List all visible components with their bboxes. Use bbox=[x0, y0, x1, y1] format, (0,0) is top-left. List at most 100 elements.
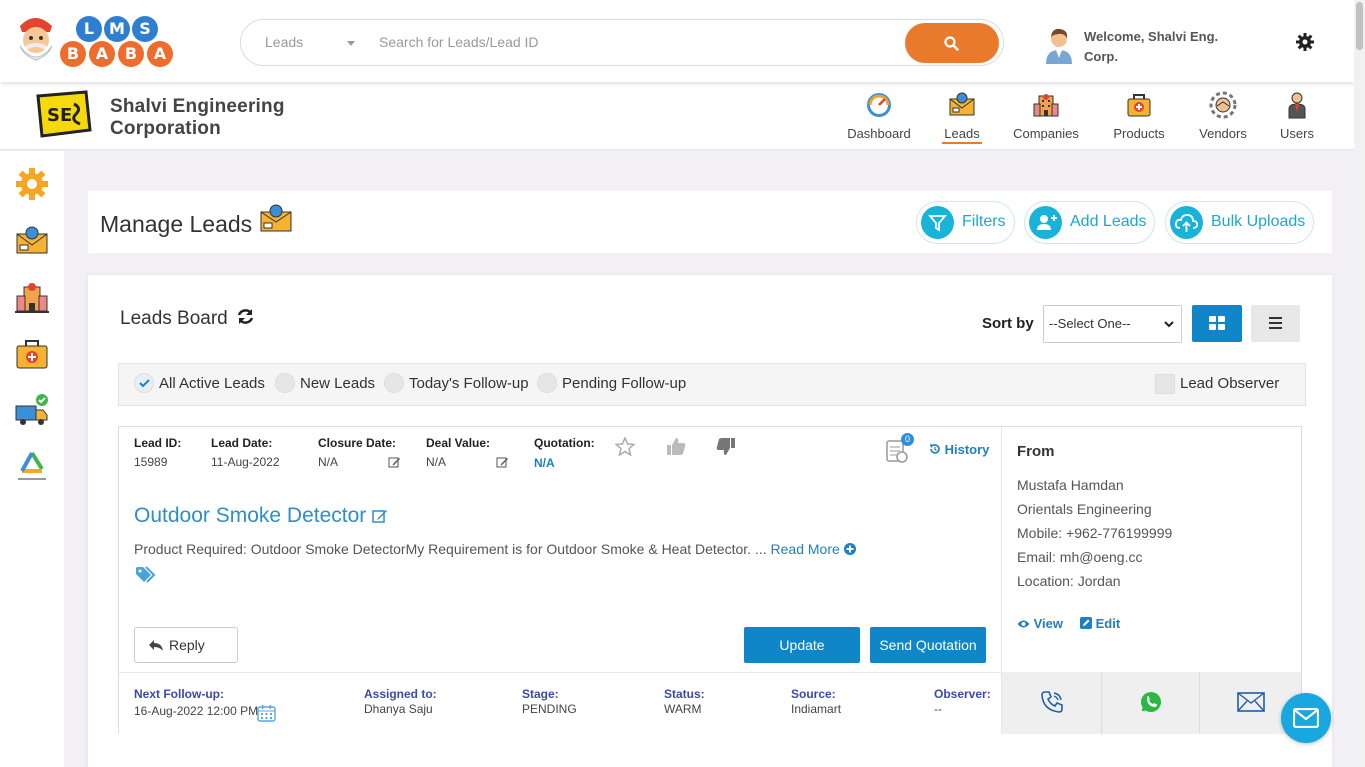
filter-funnel-icon bbox=[921, 206, 954, 239]
board-title-text: Leads Board bbox=[120, 308, 228, 329]
whatsapp-icon bbox=[1141, 692, 1161, 712]
mail-icon bbox=[1237, 692, 1265, 712]
nav-companies[interactable]: Companies bbox=[1011, 90, 1081, 141]
lead-date-field: Lead Date: 11-Aug-2022 bbox=[211, 436, 280, 469]
field-label: Lead Date: bbox=[211, 436, 273, 450]
lead-filter-tabs: All Active Leads New Leads Today's Follo… bbox=[118, 363, 1306, 406]
welcome-text: Welcome, Shalvi Eng. Corp. bbox=[1084, 29, 1219, 64]
lead-id-value: 15989 bbox=[134, 455, 168, 469]
add-leads-button[interactable]: Add Leads bbox=[1024, 201, 1155, 244]
assigned-to-value: Dhanya Saju bbox=[364, 702, 433, 716]
thumbs-up-icon[interactable] bbox=[666, 437, 686, 456]
search-category-select[interactable]: Leads bbox=[265, 34, 303, 50]
lead-title-text: Outdoor Smoke Detector bbox=[134, 504, 367, 527]
contact-panel: From Mustafa Hamdan Orientals Engineerin… bbox=[1001, 427, 1301, 672]
nav-vendors[interactable]: Vendors bbox=[1196, 90, 1250, 141]
quotation-value[interactable]: N/A bbox=[534, 456, 595, 470]
search-input[interactable]: Search for Leads/Lead ID bbox=[379, 34, 539, 50]
nav-label: Users bbox=[1280, 126, 1314, 141]
thumbs-down-icon[interactable] bbox=[716, 437, 736, 456]
bulk-uploads-button[interactable]: Bulk Uploads bbox=[1165, 201, 1314, 244]
calendar-icon[interactable] bbox=[257, 704, 276, 722]
send-quotation-button[interactable]: Send Quotation bbox=[870, 627, 986, 663]
next-followup-value: 16-Aug-2022 12:00 PM bbox=[134, 704, 259, 718]
refresh-icon[interactable] bbox=[236, 307, 255, 326]
plus-circle-icon bbox=[843, 543, 856, 555]
call-button[interactable] bbox=[1002, 672, 1102, 734]
leads-board: Leads Board Sort by --Select One-- All A… bbox=[88, 275, 1332, 767]
company-logo-icon[interactable]: SE bbox=[34, 90, 92, 138]
source-value: Indiamart bbox=[791, 702, 842, 716]
page-scrollbar[interactable] bbox=[1354, 0, 1365, 767]
mascot-logo-icon[interactable] bbox=[12, 12, 58, 66]
view-contact-link[interactable]: View bbox=[1017, 616, 1063, 631]
search-button[interactable] bbox=[905, 23, 999, 63]
logo-letter: B bbox=[118, 41, 144, 67]
company-name-line2: Corporation bbox=[110, 118, 221, 139]
field-label: Lead ID: bbox=[134, 436, 182, 450]
dashboard-gauge-icon bbox=[864, 90, 894, 120]
read-more-link[interactable]: Read More bbox=[771, 541, 856, 557]
edit-contact-link[interactable]: Edit bbox=[1080, 616, 1120, 631]
nav-label: Leads bbox=[942, 126, 982, 144]
delivery-truck-icon[interactable] bbox=[14, 393, 50, 429]
sort-select[interactable]: --Select One-- bbox=[1043, 305, 1182, 343]
star-icon[interactable] bbox=[615, 437, 635, 456]
source-label: Source: bbox=[791, 687, 836, 701]
mail-icon bbox=[1293, 708, 1319, 728]
companies-building-icon bbox=[1031, 90, 1061, 120]
leads-envelope-icon[interactable] bbox=[14, 223, 50, 259]
lead-title[interactable]: Outdoor Smoke Detector bbox=[134, 504, 388, 528]
products-bag-icon[interactable] bbox=[14, 336, 50, 372]
users-person-icon bbox=[1282, 90, 1312, 120]
list-view-button[interactable] bbox=[1251, 305, 1300, 342]
chat-mail-fab[interactable] bbox=[1281, 693, 1331, 743]
read-more-label: Read More bbox=[770, 541, 840, 557]
recycle-icon[interactable] bbox=[14, 449, 50, 485]
edit-icon[interactable] bbox=[496, 456, 509, 469]
deal-value-field: Deal Value: N/A bbox=[426, 436, 512, 469]
nav-leads[interactable]: Leads bbox=[942, 90, 982, 144]
nav-dashboard[interactable]: Dashboard bbox=[846, 90, 912, 141]
notes-count-badge: 0 bbox=[901, 433, 914, 446]
settings-gear-icon[interactable] bbox=[1296, 33, 1314, 51]
nav-label: Products bbox=[1113, 126, 1165, 141]
observer-label: Observer: bbox=[934, 687, 991, 701]
lead-observer-label: Lead Observer bbox=[1180, 375, 1280, 392]
nav-products[interactable]: Products bbox=[1110, 90, 1168, 141]
field-label: Closure Date: bbox=[318, 436, 397, 450]
view-label: View bbox=[1033, 616, 1064, 631]
grid-view-button[interactable] bbox=[1192, 305, 1242, 342]
scrollbar-thumb[interactable] bbox=[1356, 2, 1363, 50]
history-link[interactable]: History bbox=[929, 442, 989, 457]
reply-arrow-icon bbox=[149, 640, 163, 651]
lms-baba-logo[interactable]: L M S B A B A bbox=[60, 16, 175, 68]
notes-icon[interactable]: 0 bbox=[885, 433, 914, 465]
lead-description: Product Required: Outdoor Smoke Detector… bbox=[134, 541, 856, 557]
page-title: Manage Leads bbox=[100, 211, 253, 237]
edit-icon[interactable] bbox=[388, 456, 401, 469]
edit-icon[interactable] bbox=[372, 508, 388, 524]
tab-label: Today's Follow-up bbox=[409, 375, 529, 392]
lead-observer-checkbox[interactable] bbox=[1155, 374, 1175, 394]
companies-building-icon[interactable] bbox=[14, 279, 50, 315]
assigned-to-label: Assigned to: bbox=[364, 687, 437, 701]
filters-button[interactable]: Filters bbox=[916, 201, 1015, 244]
whatsapp-button[interactable] bbox=[1102, 672, 1200, 734]
sort-select-value: --Select One-- bbox=[1049, 316, 1131, 331]
tags-icon[interactable] bbox=[135, 566, 159, 584]
logo-letter: B bbox=[60, 41, 86, 67]
eye-icon bbox=[1017, 620, 1030, 628]
nav-users[interactable]: Users bbox=[1278, 90, 1316, 141]
settings-gear-icon[interactable] bbox=[14, 166, 50, 202]
from-label: From bbox=[1017, 443, 1055, 460]
field-label: Quotation: bbox=[534, 436, 595, 450]
chevron-down-icon[interactable] bbox=[347, 41, 355, 46]
reply-button[interactable]: Reply bbox=[134, 627, 238, 663]
update-button[interactable]: Update bbox=[744, 627, 860, 663]
search-bar: Leads Search for Leads/Lead ID bbox=[240, 19, 1004, 66]
tab-label: Pending Follow-up bbox=[562, 375, 687, 392]
filters-label: Filters bbox=[962, 213, 1006, 230]
company-name: Shalvi Engineering Corporation bbox=[110, 96, 285, 140]
user-avatar-icon[interactable] bbox=[1042, 24, 1076, 64]
